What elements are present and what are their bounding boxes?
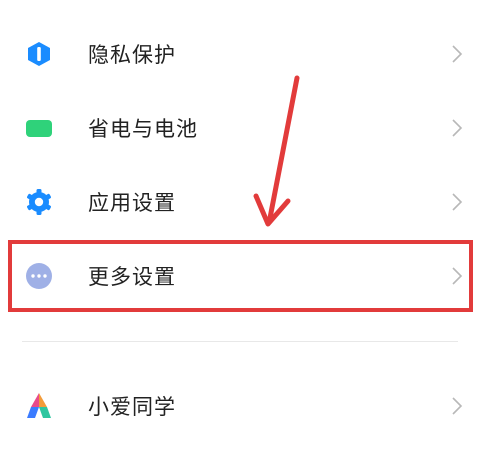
chevron-right-icon bbox=[452, 397, 463, 415]
xiaoai-icon bbox=[27, 393, 51, 418]
settings-item-label: 小爱同学 bbox=[88, 395, 176, 419]
section-divider bbox=[22, 341, 458, 342]
settings-item-xiaoai[interactable]: 小爱同学 bbox=[0, 374, 481, 438]
